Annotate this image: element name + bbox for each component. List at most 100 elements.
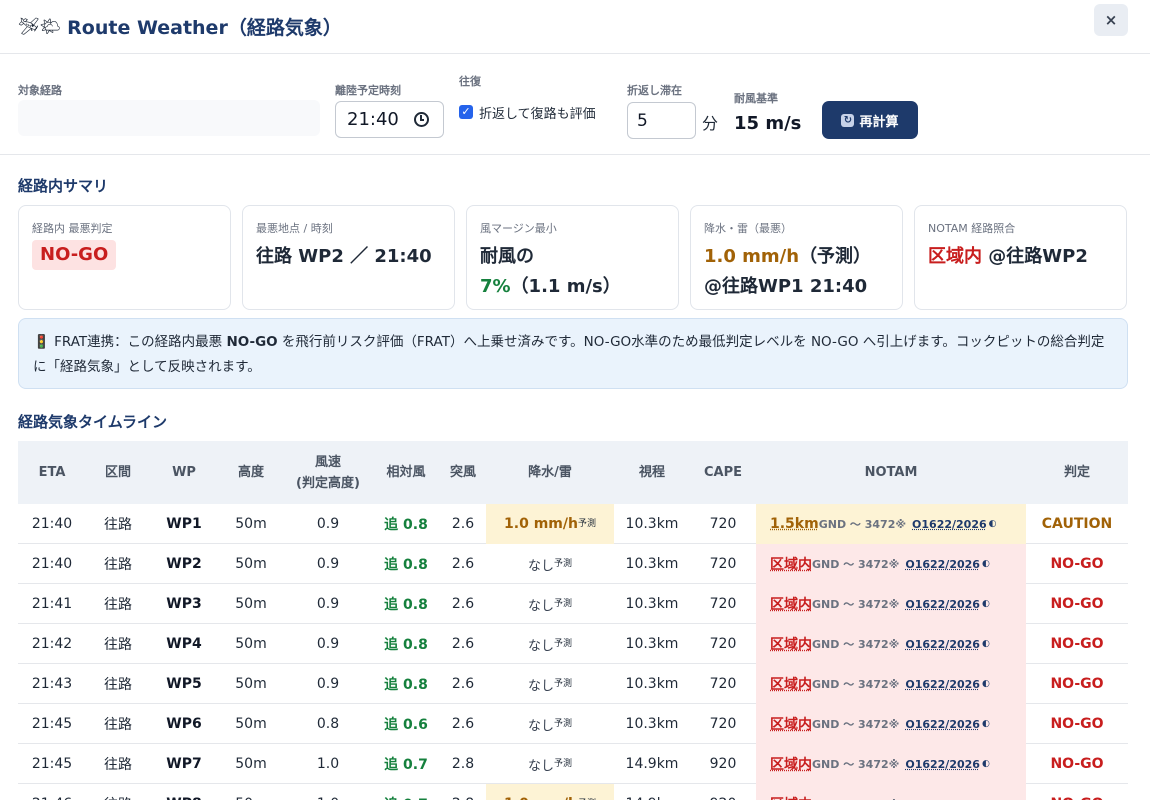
- cell-wp: WP7: [166, 756, 202, 772]
- cell-altitude: 50m: [235, 676, 267, 692]
- cell-wp: WP5: [166, 676, 202, 692]
- cell-cape: 920: [709, 756, 737, 772]
- recalculate-button[interactable]: ↻ 再計算: [822, 101, 918, 139]
- cell-wp: WP1: [166, 516, 202, 532]
- cell-eta: 21:45: [31, 756, 73, 772]
- cell-leg: 往路: [86, 784, 150, 800]
- cell-visibility: 10.3km: [625, 596, 679, 612]
- close-button[interactable]: ×: [1094, 4, 1128, 36]
- recalculate-label: 再計算: [859, 114, 899, 130]
- notam-area-link[interactable]: 1.5km: [770, 516, 819, 532]
- dialog-title: Route Weather（経路気象）: [67, 17, 342, 39]
- card-label: 降水・雷（最悪）: [704, 222, 792, 235]
- notam-area-link[interactable]: 区域内: [770, 674, 812, 694]
- cell-cape: 720: [709, 676, 737, 692]
- cell-verdict: NO-GO: [1050, 676, 1104, 692]
- notam-area-link[interactable]: 区域内: [770, 634, 812, 654]
- cell-relative-wind: 追 0.8: [384, 677, 428, 693]
- wind-std-label: 耐風基準: [734, 92, 778, 105]
- notam-id-link[interactable]: O1622/2026: [905, 558, 980, 571]
- notam-area-link[interactable]: 区域内: [770, 594, 812, 614]
- cell-gust: 2.8: [451, 756, 475, 772]
- notam-id-link[interactable]: O1622/2026: [905, 758, 980, 771]
- cell-cape: 720: [709, 596, 737, 612]
- table-row: 21:40 往路 WP1 50m 0.9 追 0.8 2.6 1.0 mm/h 予測 10.3km…: [18, 504, 1128, 544]
- cell-leg: 往路: [104, 677, 132, 693]
- departure-time-value: 21:40: [347, 109, 399, 130]
- cell-wp: WP4: [166, 636, 202, 652]
- roundtrip-label: 往復: [459, 75, 481, 88]
- info-icon[interactable]: ◐: [989, 519, 997, 529]
- roundtrip-checkbox[interactable]: ✓: [459, 105, 473, 119]
- cell-notam: 区域内GND ～ 3472※O1622/2026◐: [756, 744, 1026, 784]
- notam-area-link[interactable]: 区域内: [770, 754, 812, 774]
- col-notam: NOTAM: [864, 465, 918, 480]
- table-row: 21:45 往路 WP6 50m 0.8 追 0.6 2.6 なし 予測 10.3km 720 区域内…: [18, 704, 1128, 744]
- cell-precip: 1.0 mm/h予測: [486, 504, 614, 544]
- cell-wind: 1.0: [316, 756, 340, 772]
- notam-id-link[interactable]: O1622/2026: [905, 598, 980, 611]
- notam-id-link[interactable]: O1622/2026: [905, 638, 980, 651]
- cell-wind: 0.9: [316, 676, 340, 692]
- cell-wind: 0.8: [316, 716, 340, 732]
- cell-visibility: 14.9km: [614, 784, 690, 800]
- col-eta: ETA: [38, 465, 66, 480]
- info-icon[interactable]: ◐: [982, 599, 990, 609]
- dialog-header: 🛩🌤 Route Weather（経路気象） ×: [0, 0, 1150, 54]
- cell-verdict: NO-GO: [1050, 756, 1104, 772]
- drone-weather-icon: 🛩🌤: [18, 16, 62, 37]
- col-wind-speed: 風速 (判定高度): [296, 454, 360, 491]
- departure-time-input[interactable]: 21:40: [335, 101, 444, 138]
- route-select[interactable]: [18, 100, 320, 136]
- notam-id-link[interactable]: O1622/2026: [905, 718, 980, 731]
- stay-label: 折返し滞在: [627, 84, 682, 97]
- notam-area-link[interactable]: 区域内: [770, 554, 812, 574]
- info-icon[interactable]: ◐: [982, 559, 990, 569]
- cell-relative-wind: 追 0.8: [384, 557, 428, 573]
- info-icon[interactable]: ◐: [982, 759, 990, 769]
- cell-visibility: 10.3km: [625, 676, 679, 692]
- notam-id-link[interactable]: O1622/2026: [912, 518, 987, 531]
- cell-eta: 21:45: [31, 716, 73, 732]
- cell-notam: 1.5km GND ～ 3472※ O1622/2026 ◐: [756, 504, 1026, 544]
- cell-relative-wind: 追 0.6: [384, 717, 428, 733]
- cell-gust: 2.6: [451, 516, 475, 532]
- summary-card-notam: NOTAM 経路照合 区域内 @往路WP2: [914, 205, 1127, 310]
- cell-leg: 往路: [104, 557, 132, 573]
- notam-id-link[interactable]: O1622/2026: [905, 678, 980, 691]
- cell-eta: 21:43: [31, 676, 73, 692]
- cell-wp: WP3: [166, 596, 202, 612]
- table-row: 21:46往路WP850m1.0追 0.72.81.0 mm/h予測14.9km…: [18, 784, 1128, 800]
- cell-relative-wind: 追 0.8: [384, 597, 428, 613]
- cell-relative-wind: 追 0.8: [384, 517, 428, 533]
- summary-section-title: 経路内サマリ: [18, 177, 109, 195]
- col-wp: WP: [172, 465, 196, 480]
- cell-notam: 区域内GND ～ 3472※O1622/2026◐: [756, 704, 1026, 744]
- table-row: 21:42 往路 WP4 50m 0.9 追 0.8 2.6 なし 予測 10.3km 720 区域内…: [18, 624, 1128, 664]
- cell-notam: 区域内GND ～ 3472※O1622/2026◐: [756, 784, 1026, 800]
- info-icon[interactable]: ◐: [982, 719, 990, 729]
- cell-cape: 720: [709, 556, 737, 572]
- cell-eta: 21:40: [31, 516, 73, 532]
- info-icon[interactable]: ◐: [982, 639, 990, 649]
- roundtrip-checkbox-label[interactable]: 折返して復路も評価: [479, 103, 596, 122]
- cell-notam: 区域内GND ～ 3472※O1622/2026◐: [756, 664, 1026, 704]
- cell-altitude: 50m: [235, 756, 267, 772]
- summary-card-precip: 降水・雷（最悪） 1.0 mm/h（予測） @往路WP1 21:40: [690, 205, 903, 310]
- cell-relative-wind: 追 0.7: [384, 757, 428, 773]
- stay-minutes-input[interactable]: 5: [627, 102, 696, 139]
- cell-visibility: 10.3km: [625, 636, 679, 652]
- notam-in-area: 区域内: [928, 246, 982, 267]
- cell-notam: 区域内GND ～ 3472※O1622/2026◐: [756, 584, 1026, 624]
- clock-icon[interactable]: [414, 112, 429, 127]
- notam-area-link[interactable]: 区域内: [770, 794, 812, 800]
- cell-visibility: 10.3km: [625, 716, 679, 732]
- cell-altitude: 50m: [235, 516, 267, 532]
- card-label: 風マージン最小: [480, 222, 557, 235]
- card-label: NOTAM 経路照合: [928, 222, 1016, 235]
- info-icon[interactable]: ◐: [982, 679, 990, 689]
- cell-leg: 往路: [104, 597, 132, 613]
- col-visibility: 視程: [638, 465, 665, 480]
- notam-area-link[interactable]: 区域内: [770, 714, 812, 734]
- cell-cape: 720: [709, 716, 737, 732]
